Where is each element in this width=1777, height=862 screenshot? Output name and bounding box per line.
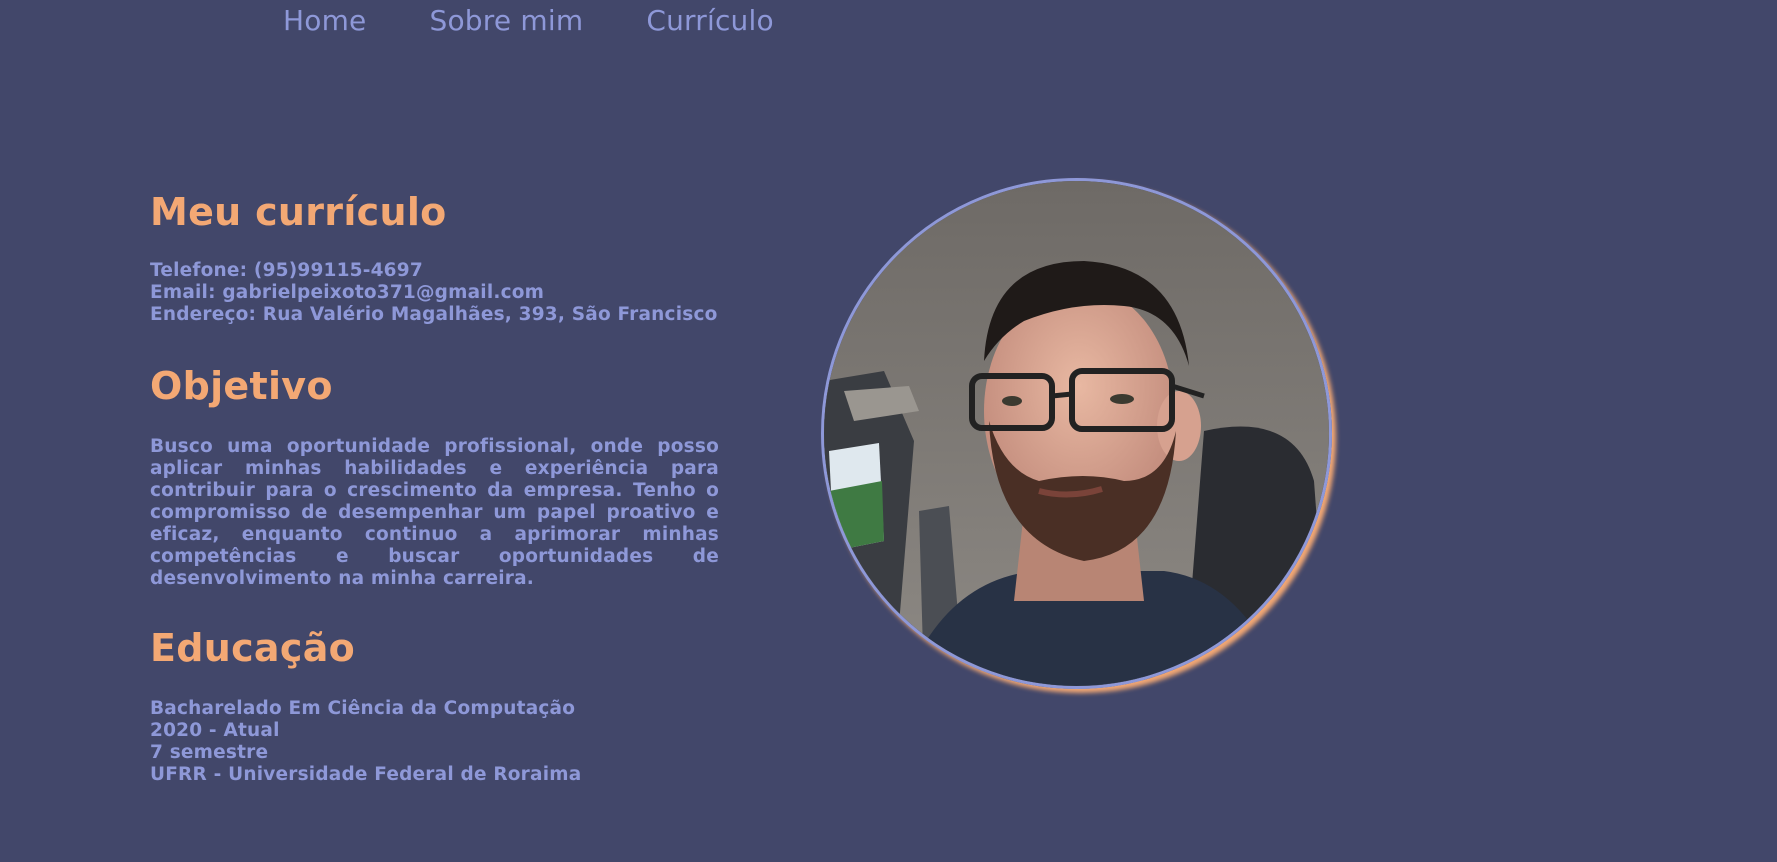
education-title: Educação: [150, 626, 356, 670]
nav-curriculum-link[interactable]: Currículo: [646, 0, 773, 42]
email-text: Email: gabrielpeixoto371@gmail.com: [150, 282, 545, 303]
objective-text: Busco uma oportunidade profissional, ond…: [150, 436, 719, 589]
address-text: Endereço: Rua Valério Magalhães, 393, Sã…: [150, 304, 718, 325]
curriculum-content: Meu currículo Telefone: (95)99115-4697 E…: [150, 186, 719, 786]
education-institution: UFRR - Universidade Federal de Roraima: [150, 764, 582, 785]
curriculum-title: Meu currículo: [150, 190, 447, 234]
profile-photo: [821, 178, 1332, 689]
education-degree: Bacharelado Em Ciência da Computação: [150, 698, 576, 719]
objective-title: Objetivo: [150, 364, 333, 408]
education-section: Bacharelado Em Ciência da Computação 202…: [150, 698, 719, 786]
phone-text: Telefone: (95)99115-4697: [150, 260, 423, 281]
contact-info: Telefone: (95)99115-4697 Email: gabrielp…: [150, 260, 719, 326]
education-period: 2020 - Atual: [150, 720, 280, 741]
objective-section: Busco uma oportunidade profissional, ond…: [150, 436, 719, 590]
top-nav: Home Sobre mim Currículo: [283, 0, 774, 42]
nav-home-link[interactable]: Home: [283, 0, 367, 42]
education-semester: 7 semestre: [150, 742, 269, 763]
profile-photo-illustration: [824, 181, 1329, 686]
nav-about-link[interactable]: Sobre mim: [430, 0, 584, 42]
